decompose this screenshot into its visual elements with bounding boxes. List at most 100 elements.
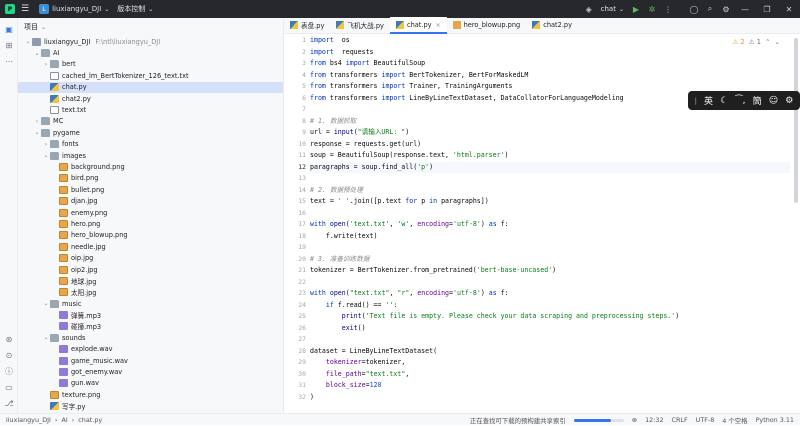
code-line[interactable]: file_path="text.txt",	[310, 369, 790, 381]
run-icon[interactable]: ▶	[628, 0, 644, 18]
editor-tab[interactable]: chat.py ×	[389, 17, 447, 34]
tree-item[interactable]: ⌄ music	[18, 298, 283, 309]
cancel-indexing-icon[interactable]: ⊗	[632, 416, 637, 424]
code-line[interactable]: url = input("请输入URL: ")	[310, 127, 790, 139]
pycharm-logo-icon[interactable]: P	[5, 4, 15, 14]
code-line[interactable]: tokenizer = BertTokenizer.from_pretraine…	[310, 265, 790, 277]
code-line[interactable]: print('Text file is empty. Please check …	[310, 311, 790, 323]
line-number[interactable]: 22	[284, 277, 310, 289]
line-number[interactable]: 27	[284, 334, 310, 346]
line-number[interactable]: 15	[284, 196, 310, 208]
code-line[interactable]	[310, 242, 790, 254]
chevron-right-icon[interactable]: ›	[42, 141, 50, 148]
python-console-icon[interactable]: ⊙	[0, 347, 18, 363]
code-line[interactable]: from bs4 import BeautifulSoup	[310, 58, 790, 70]
line-number[interactable]: 16	[284, 208, 310, 220]
tree-item[interactable]: 弹簧.mp3	[18, 309, 283, 320]
tree-item[interactable]: 写字.py	[18, 401, 283, 412]
line-number[interactable]: 3	[284, 58, 310, 70]
tree-item[interactable]: background.png	[18, 161, 283, 172]
file-encoding[interactable]: UTF-8	[696, 416, 715, 424]
code-line[interactable]: text = ' '.join([p.text for p in paragra…	[310, 196, 790, 208]
tree-item[interactable]: chat.py	[18, 81, 283, 93]
chevron-down-icon[interactable]: ⌄	[24, 38, 32, 45]
chevron-down-icon[interactable]: ⌄	[33, 50, 41, 57]
line-number[interactable]: 31	[284, 380, 310, 392]
line-number[interactable]: 20	[284, 254, 310, 266]
python-packages-icon[interactable]: ⊛	[0, 331, 18, 347]
line-number[interactable]: 6	[284, 93, 310, 105]
editor-tab[interactable]: 飞机大战.py	[330, 17, 390, 33]
emoji-icon[interactable]: ☺	[769, 96, 778, 106]
ime-drag-handle[interactable]: |	[695, 97, 697, 105]
inspection-widget[interactable]: ⚠ 2 ⚠ 1 ⌃ ⌄	[733, 38, 780, 46]
more-icon[interactable]: ⋮	[660, 0, 676, 18]
breadcrumb-item[interactable]: AI	[61, 416, 67, 424]
code-line[interactable]: )	[310, 392, 790, 404]
code-line[interactable]	[310, 173, 790, 185]
chevron-right-icon[interactable]: ›	[42, 61, 50, 68]
line-number[interactable]: 28	[284, 346, 310, 358]
account-icon[interactable]: ◯	[686, 0, 702, 18]
chevron-down-icon[interactable]: ⌄	[33, 129, 41, 136]
search-icon[interactable]: ⌕	[702, 0, 718, 18]
editor-tab[interactable]: 表盘.py	[284, 17, 330, 33]
line-number[interactable]: 25	[284, 311, 310, 323]
line-number[interactable]: 23	[284, 288, 310, 300]
close-icon[interactable]: ✕	[778, 0, 800, 18]
code-line[interactable]: import requests	[310, 47, 790, 59]
run-config-selector[interactable]: chat ⌄	[597, 0, 628, 18]
line-number[interactable]: 8	[284, 116, 310, 128]
tree-item[interactable]: 太阳.jpg	[18, 287, 283, 298]
tree-item[interactable]: oip.jpg	[18, 252, 283, 263]
problems-icon[interactable]: ⓘ	[0, 363, 18, 379]
tree-item[interactable]: chat2.py	[18, 93, 283, 104]
chevron-down-icon[interactable]: ⌄	[42, 152, 50, 159]
editor-tab[interactable]: hero_blowup.png	[447, 17, 527, 33]
terminal-icon[interactable]: ▭	[0, 379, 18, 395]
chevron-down-icon[interactable]: ⌄	[42, 334, 50, 341]
simplified-label[interactable]: 簡	[753, 94, 762, 107]
tree-item[interactable]: ⌄ pygame	[18, 127, 283, 138]
code-line[interactable]	[310, 277, 790, 289]
line-number[interactable]: 7	[284, 104, 310, 116]
tree-item[interactable]: djan.jpg	[18, 195, 283, 206]
code-line[interactable]: with open('text.txt', 'w', encoding='utf…	[310, 219, 790, 231]
line-number[interactable]: 4	[284, 70, 310, 82]
tree-item[interactable]: ⌄ liuxiangyu_DJI F:\ntl\liuxiangyu_DJI	[18, 36, 283, 47]
tree-item[interactable]: ⌄ images	[18, 150, 283, 161]
code-line[interactable]: response = requests.get(url)	[310, 139, 790, 151]
code-line[interactable]: from transformers import BertTokenizer, …	[310, 70, 790, 82]
tree-item[interactable]: ⌄ sounds	[18, 332, 283, 343]
punct-icon[interactable]: ⁀,	[735, 96, 745, 106]
code-line[interactable]: with open("text.txt", "r", encoding='utf…	[310, 288, 790, 300]
indent-setting[interactable]: 4 个空格	[722, 416, 747, 425]
debug-icon[interactable]: ✲	[644, 0, 660, 18]
chevron-down-icon[interactable]: ⌄	[42, 300, 50, 307]
vcs-widget[interactable]: 版本控制 ⌄	[113, 0, 157, 18]
code-line[interactable]: paragraphs = soup.find_all('p')	[310, 161, 790, 173]
tree-item[interactable]: cached_lm_BertTokenizer_126_text.txt	[18, 70, 283, 81]
project-tool-icon[interactable]: ▣	[0, 21, 18, 37]
line-number[interactable]: 29	[284, 357, 310, 369]
line-number[interactable]: 30	[284, 369, 310, 381]
line-separator[interactable]: CRLF	[672, 416, 688, 424]
settings-icon[interactable]: ⚙	[718, 0, 734, 18]
caret-position[interactable]: 12:32	[645, 416, 663, 424]
ime-language-toggle[interactable]: 英	[704, 94, 713, 107]
tree-item[interactable]: got_enemy.wav	[18, 366, 283, 377]
line-number[interactable]: 14	[284, 185, 310, 197]
tree-item[interactable]: hero_blowup.png	[18, 230, 283, 241]
code-line[interactable]: # 2. 数据预处理	[310, 185, 790, 197]
tree-item[interactable]: bullet.png	[18, 184, 283, 195]
line-number[interactable]: 32	[284, 392, 310, 404]
minimize-icon[interactable]: —	[734, 0, 756, 18]
more-tools-icon[interactable]: ⋯	[0, 53, 18, 69]
tree-item[interactable]: game_music.wav	[18, 355, 283, 366]
code-line[interactable]: f.write(text)	[310, 231, 790, 243]
code-line[interactable]: # 3. 准备训练数据	[310, 254, 790, 266]
tree-item[interactable]: bird.png	[18, 173, 283, 184]
tree-item[interactable]: hero.png	[18, 218, 283, 229]
line-number[interactable]: 21	[284, 265, 310, 277]
tree-item[interactable]: › fonts	[18, 139, 283, 150]
